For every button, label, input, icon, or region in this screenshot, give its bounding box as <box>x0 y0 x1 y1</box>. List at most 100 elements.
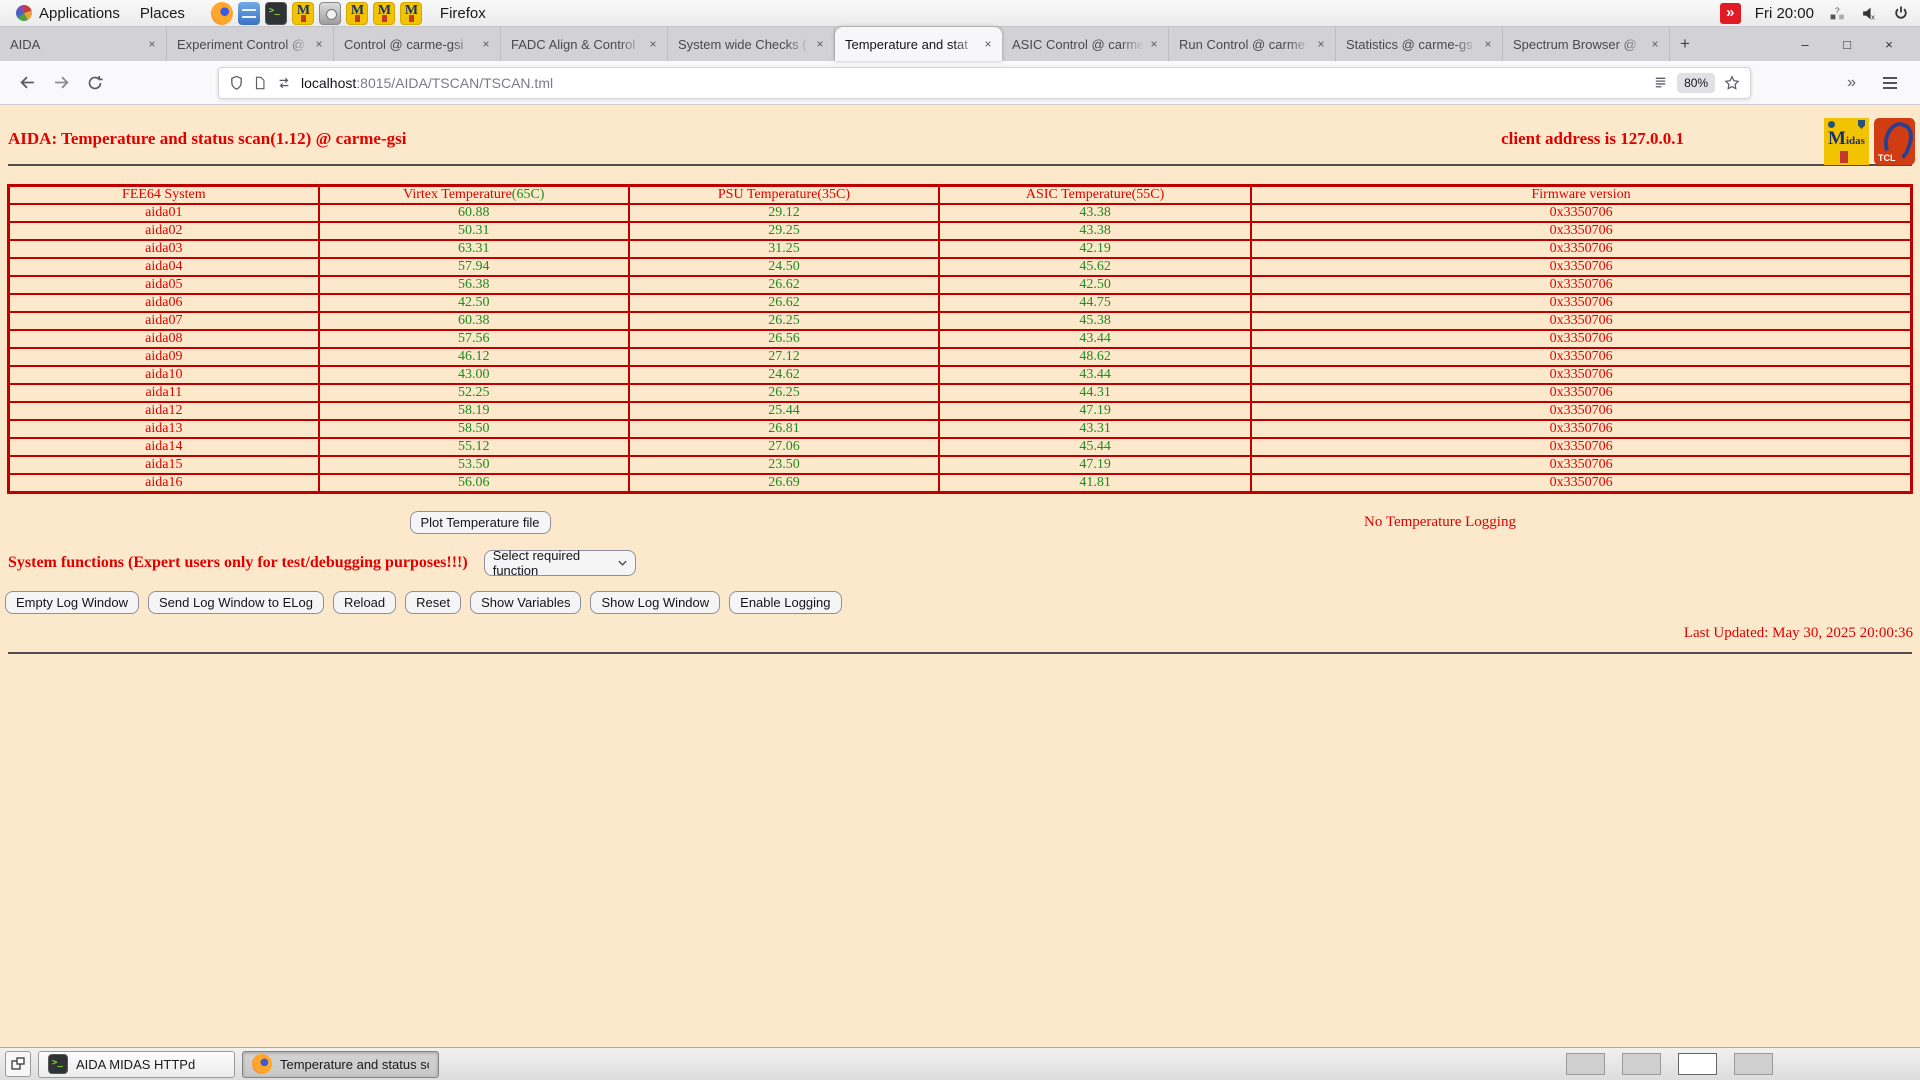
network-icon[interactable]: ? <box>1828 4 1846 22</box>
log-action-button[interactable]: Show Variables <box>470 591 581 614</box>
midas-icon[interactable] <box>373 2 395 25</box>
header-virtex-temperature: Virtex Temperature(65C) <box>319 186 629 205</box>
function-select[interactable]: Select required function <box>484 550 636 576</box>
maximize-button[interactable]: □ <box>1826 37 1868 52</box>
browser-tab[interactable]: FADC Align & Control × <box>501 27 668 61</box>
tcl-logo-text: TCL <box>1878 153 1896 163</box>
firefox-icon[interactable] <box>211 2 233 25</box>
fee64-system-cell: aida15 <box>9 456 319 474</box>
firmware-version-cell: 0x3350706 <box>1251 240 1911 258</box>
minimize-button[interactable]: – <box>1784 37 1826 52</box>
midas-icon[interactable] <box>346 2 368 25</box>
forward-button[interactable] <box>44 67 78 99</box>
reload-button[interactable] <box>78 67 112 99</box>
page-title: AIDA: Temperature and status scan(1.12) … <box>8 129 406 149</box>
volume-muted-icon[interactable]: x <box>1860 4 1878 22</box>
system-functions-label: System functions (Expert users only for … <box>8 554 468 572</box>
screenshot-icon[interactable] <box>319 2 341 25</box>
asic-temperature-cell: 47.19 <box>939 402 1251 420</box>
firmware-version-cell: 0x3350706 <box>1251 402 1911 420</box>
bookmark-star-icon[interactable] <box>1724 75 1740 91</box>
client-address: client address is 127.0.0.1 <box>1501 129 1684 149</box>
active-app-label: Firefox <box>440 5 486 22</box>
chevron-down-icon <box>618 560 627 566</box>
table-row: aida11 52.25 26.25 44.31 0x3350706 <box>9 384 1912 402</box>
permissions-swap-icon[interactable] <box>276 76 292 90</box>
asic-temperature-cell: 44.31 <box>939 384 1251 402</box>
midas-logo[interactable]: Midas <box>1824 118 1869 165</box>
virtex-temperature-cell: 58.50 <box>319 420 629 438</box>
virtex-temperature-cell: 43.00 <box>319 366 629 384</box>
tab-close-icon[interactable]: × <box>145 37 159 51</box>
tab-close-icon[interactable]: × <box>312 37 326 51</box>
asic-temperature-cell: 45.62 <box>939 258 1251 276</box>
task-list: AIDA MIDAS HTTPd Temperature and status … <box>38 1051 439 1078</box>
zoom-level-badge[interactable]: 80% <box>1677 73 1715 93</box>
tab-close-icon[interactable]: × <box>1147 37 1161 51</box>
applications-menu[interactable]: Applications <box>10 5 126 22</box>
terminal-icon[interactable] <box>265 2 287 25</box>
browser-tab[interactable]: Statistics @ carme-gs × <box>1336 27 1503 61</box>
notification-icon[interactable]: » <box>1720 3 1741 24</box>
log-action-button[interactable]: Reset <box>405 591 461 614</box>
midas-logo-text: Midas <box>1828 128 1865 150</box>
clock[interactable]: Fri 20:00 <box>1755 5 1814 22</box>
plot-temperature-file-button[interactable]: Plot Temperature file <box>410 511 551 534</box>
workspace-cell[interactable] <box>1622 1053 1661 1075</box>
tab-close-icon[interactable]: × <box>646 37 660 51</box>
table-row: aida08 57.56 26.56 43.44 0x3350706 <box>9 330 1912 348</box>
browser-tab[interactable]: Experiment Control @ ca × <box>167 27 334 61</box>
browser-tab[interactable]: Run Control @ carme × <box>1169 27 1336 61</box>
places-menu[interactable]: Places <box>134 5 191 22</box>
midas-icon[interactable] <box>400 2 422 25</box>
browser-tab[interactable]: System wide Checks ( × <box>668 27 835 61</box>
workspace-cell[interactable] <box>1734 1053 1773 1075</box>
tab-close-icon[interactable]: × <box>981 37 995 51</box>
show-desktop-button[interactable] <box>5 1051 31 1077</box>
firmware-version-cell: 0x3350706 <box>1251 204 1911 222</box>
taskbar-item[interactable]: Temperature and status scan @ car... <box>242 1051 439 1078</box>
back-button[interactable] <box>10 67 44 99</box>
page-header: AIDA: Temperature and status scan(1.12) … <box>8 129 1912 149</box>
svg-text:?: ? <box>1834 5 1839 15</box>
browser-tab[interactable]: Spectrum Browser @ × <box>1503 27 1670 61</box>
new-tab-button[interactable]: + <box>1670 27 1700 61</box>
tab-close-icon[interactable]: × <box>1481 37 1495 51</box>
reader-mode-icon[interactable] <box>1653 75 1668 90</box>
taskbar-item[interactable]: AIDA MIDAS HTTPd <box>38 1051 235 1078</box>
url-text[interactable]: localhost:8015/AIDA/TSCAN/TSCAN.tml <box>301 75 1644 91</box>
close-button[interactable]: × <box>1868 37 1910 52</box>
browser-tab[interactable]: Control @ carme-gsi × <box>334 27 501 61</box>
log-action-button[interactable]: Send Log Window to ELog <box>148 591 324 614</box>
psu-temperature-cell: 29.25 <box>629 222 939 240</box>
workspace-cell[interactable] <box>1566 1053 1605 1075</box>
browser-tab[interactable]: AIDA × <box>0 27 167 61</box>
tracking-shield-icon[interactable] <box>229 75 244 91</box>
tab-close-icon[interactable]: × <box>479 37 493 51</box>
header-firmware-version: Firmware version <box>1251 186 1911 205</box>
power-icon[interactable] <box>1892 4 1910 22</box>
tab-close-icon[interactable]: × <box>1314 37 1328 51</box>
workspace-cell[interactable] <box>1678 1053 1717 1075</box>
log-action-button[interactable]: Empty Log Window <box>5 591 139 614</box>
nav-right-buttons: » <box>1847 74 1910 92</box>
asic-temperature-cell: 42.19 <box>939 240 1251 258</box>
tab-close-icon[interactable]: × <box>813 37 827 51</box>
tcl-logo[interactable]: TCL <box>1874 118 1915 165</box>
table-row: aida12 58.19 25.44 47.19 0x3350706 <box>9 402 1912 420</box>
toolbar-overflow-icon[interactable]: » <box>1847 74 1856 92</box>
browser-tab[interactable]: ASIC Control @ carme × <box>1002 27 1169 61</box>
midas-icon[interactable] <box>292 2 314 25</box>
virtex-temperature-cell: 52.25 <box>319 384 629 402</box>
log-action-button[interactable]: Show Log Window <box>590 591 720 614</box>
hamburger-menu-icon[interactable] <box>1882 76 1898 90</box>
files-icon[interactable] <box>238 2 260 25</box>
log-action-button[interactable]: Enable Logging <box>729 591 841 614</box>
page-info-icon[interactable] <box>253 75 267 91</box>
tab-close-icon[interactable]: × <box>1648 37 1662 51</box>
log-action-button[interactable]: Reload <box>333 591 396 614</box>
firmware-version-cell: 0x3350706 <box>1251 366 1911 384</box>
url-bar[interactable]: localhost:8015/AIDA/TSCAN/TSCAN.tml 80% <box>218 67 1751 99</box>
browser-tab[interactable]: Temperature and stat × <box>835 27 1002 61</box>
psu-temperature-cell: 26.81 <box>629 420 939 438</box>
